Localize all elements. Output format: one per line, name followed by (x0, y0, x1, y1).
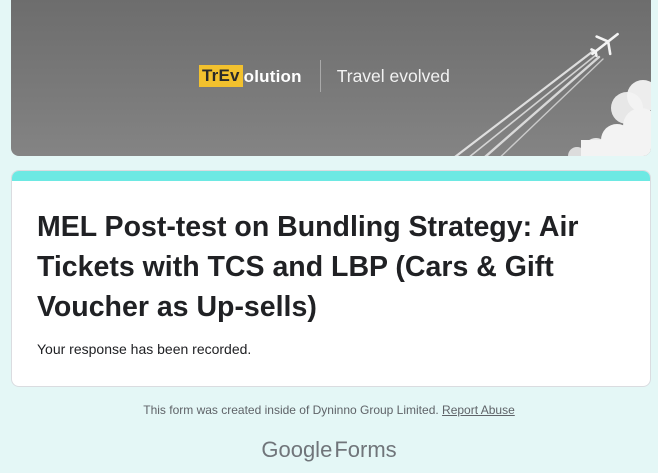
report-abuse-link[interactable]: Report Abuse (442, 403, 515, 417)
footer-note-text: This form was created inside of Dyninno … (143, 403, 439, 417)
logo-rest: olution (243, 66, 302, 86)
card-accent-bar (12, 171, 650, 181)
form-response-page: TrEv olution Travel evolved MEL Post-test… (0, 0, 658, 473)
brand-lockup: TrEv olution Travel evolved (199, 60, 450, 92)
footer-note: This form was created inside of Dyninno … (0, 403, 658, 417)
airplane-icon (590, 32, 619, 58)
trevolution-logo: TrEv olution (199, 65, 302, 87)
confirmation-message: Your response has been recorded. (37, 341, 252, 357)
confirmation-card: MEL Post-test on Bundling Strategy: Air … (11, 170, 651, 387)
forms-wordmark: Forms (334, 437, 397, 462)
brand-tagline: Travel evolved (336, 65, 450, 86)
logo-highlight: TrEv (199, 65, 243, 87)
google-forms-logo[interactable]: GoogleForms (0, 437, 658, 463)
form-title: MEL Post-test on Bundling Strategy: Air … (37, 211, 579, 323)
google-wordmark: Google (261, 437, 333, 462)
header-banner: TrEv olution Travel evolved (11, 0, 651, 156)
brand-divider (319, 60, 321, 92)
